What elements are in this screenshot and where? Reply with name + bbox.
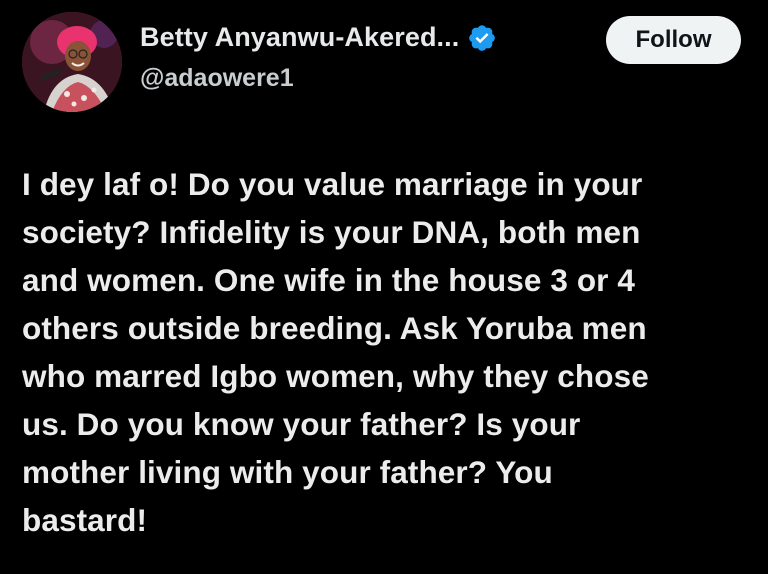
verified-badge-icon [467, 23, 497, 53]
tweet-text-line: mother living with your father? You [22, 454, 553, 490]
follow-button[interactable]: Follow [606, 16, 741, 64]
tweet-text-line: others outside breeding. Ask Yoruba men [22, 310, 647, 346]
author-name-row: Betty Anyanwu-Akered... [140, 22, 497, 53]
tweet-text-line: society? Infidelity is your DNA, both me… [22, 214, 641, 250]
tweet-text-line: I dey laf o! Do you value marriage in yo… [22, 166, 643, 202]
tweet-text: I dey laf o! Do you value marriage in yo… [22, 160, 754, 544]
tweet-text-line: who marred Igbo women, why they chose [22, 358, 649, 394]
tweet-text-line: and women. One wife in the house 3 or 4 [22, 262, 635, 298]
tweet-card: Betty Anyanwu-Akered... @adaowere1 Follo… [0, 0, 768, 574]
author-display-name[interactable]: Betty Anyanwu-Akered... [140, 22, 459, 53]
avatar-image [22, 12, 122, 112]
profile-avatar[interactable] [22, 12, 122, 112]
tweet-text-line: us. Do you know your father? Is your [22, 406, 581, 442]
tweet-text-line: bastard! [22, 502, 148, 538]
author-handle[interactable]: @adaowere1 [140, 64, 294, 93]
